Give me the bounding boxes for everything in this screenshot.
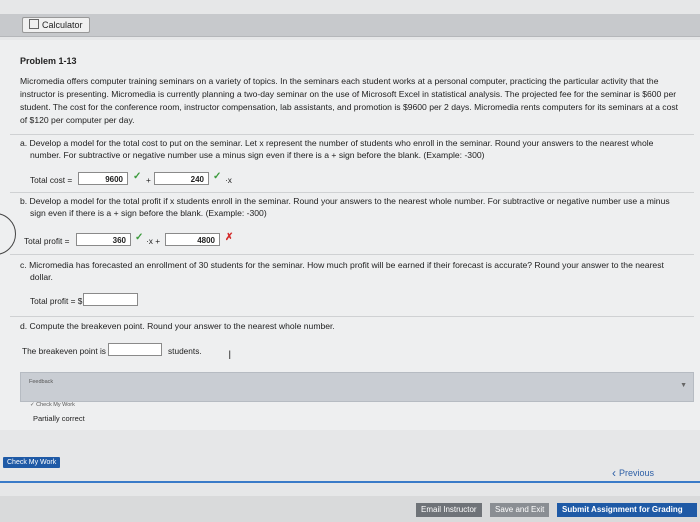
intro-line-1: Micromedia offers computer training semi…	[20, 76, 659, 86]
total-cost-variable-input[interactable]: 240	[154, 172, 209, 185]
part-d-question: d. Compute the breakeven point. Round yo…	[20, 321, 335, 331]
toolbar: Calculator	[0, 14, 700, 37]
forecast-profit-input[interactable]	[83, 293, 138, 306]
intro-line-4: of $120 per computer per day.	[20, 115, 135, 125]
total-profit-intercept-input[interactable]: 4800	[165, 233, 220, 246]
calculator-label: Calculator	[42, 20, 83, 30]
previous-label: Previous	[619, 468, 655, 478]
save-and-exit-button[interactable]: Save and Exit	[490, 503, 550, 517]
part-b-question-2: sign even if there is a + sign before th…	[30, 208, 267, 218]
divider	[10, 254, 694, 255]
part-a-question-2: number. For subtractive or negative numb…	[30, 150, 485, 160]
plus-sign: +	[146, 175, 151, 185]
text-cursor-icon: I	[228, 348, 232, 362]
submit-assignment-button[interactable]: Submit Assignment for Grading	[557, 503, 697, 517]
breakeven-label: The breakeven point is	[22, 346, 106, 356]
part-a-question-1: a. Develop a model for the total cost to…	[20, 138, 654, 148]
part-c-question-1: c. Micromedia has forecasted an enrollme…	[20, 260, 664, 270]
part-c-question-2: dollar.	[30, 272, 53, 282]
problem-title: Problem 1-13	[20, 56, 77, 66]
intro-line-3: student. The cost for the conference roo…	[20, 102, 679, 112]
email-instructor-button[interactable]: Email Instructor	[416, 503, 482, 517]
correct-check-icon: ✓	[135, 232, 144, 243]
expand-arrow-icon[interactable]: ▼	[680, 382, 687, 389]
x-plus: ·x +	[146, 236, 161, 246]
previous-button[interactable]: ‹ Previous	[612, 466, 654, 480]
total-profit-slope-input[interactable]: 360	[76, 233, 131, 246]
calculator-button[interactable]: Calculator	[22, 17, 90, 33]
incorrect-x-icon: ✗	[225, 232, 234, 243]
correct-check-icon: ✓	[213, 171, 222, 182]
total-profit-dollar-label: Total profit = $	[30, 296, 83, 306]
students-unit: students.	[168, 346, 202, 356]
total-profit-label: Total profit =	[24, 236, 70, 246]
check-my-work-button[interactable]: Check My Work	[3, 457, 61, 468]
total-cost-fixed-input[interactable]: 9600	[78, 172, 128, 185]
part-b-question-1: b. Develop a model for the total profit …	[20, 196, 670, 206]
feedback-panel[interactable]: Feedback ▼	[20, 372, 694, 402]
breakeven-input[interactable]	[108, 343, 162, 356]
calculator-icon	[29, 19, 39, 29]
total-cost-label: Total cost =	[30, 175, 73, 185]
chevron-left-icon: ‹	[612, 466, 616, 480]
correct-check-icon: ✓	[133, 171, 142, 182]
intro-line-2: instructor is presenting. Micromedia is …	[20, 89, 677, 99]
divider-bar	[0, 481, 700, 483]
feedback-label: Feedback	[29, 379, 54, 385]
checkmark-icon: ✓	[30, 402, 35, 408]
divider	[10, 192, 694, 193]
divider	[10, 316, 694, 317]
partially-correct-status: Partially correct	[33, 414, 85, 423]
divider	[10, 134, 694, 135]
x-suffix: ·x	[225, 175, 232, 185]
check-my-work-small: ✓ Check My Work	[30, 402, 75, 408]
screen: Calculator Problem 1-13 Micromedia offer…	[0, 0, 700, 522]
